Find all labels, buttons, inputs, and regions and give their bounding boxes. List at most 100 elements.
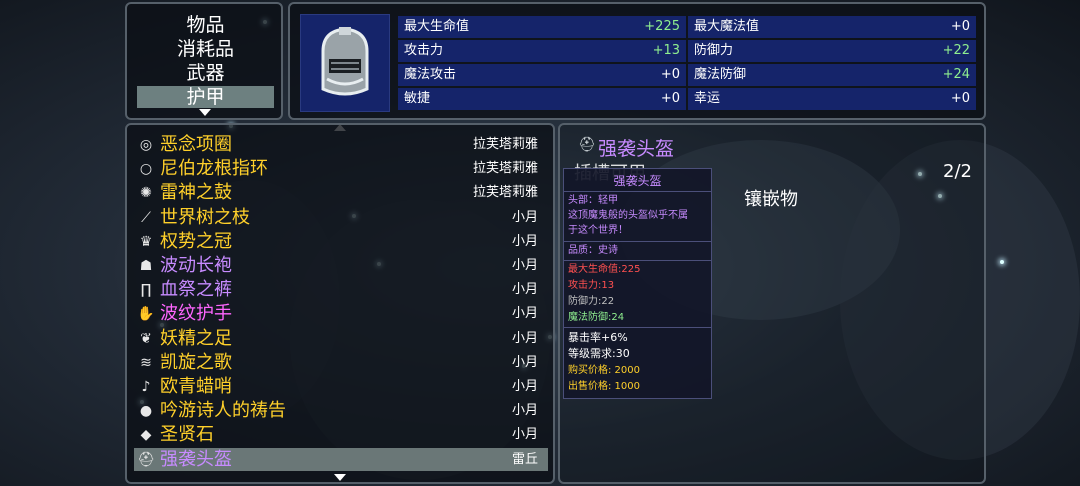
item-owner: 小月 — [511, 282, 538, 298]
stat-label: 最大魔法值 — [694, 19, 760, 34]
item-owner: 小月 — [511, 403, 538, 419]
ring-icon: ○ — [139, 161, 153, 178]
stat-magic-attack: 魔法攻击 +0 — [398, 64, 686, 86]
item-name: 吟游诗人的祷告 — [160, 400, 286, 422]
item-name: 妖精之足 — [160, 327, 232, 349]
tooltip-divider — [564, 260, 711, 261]
helmet-icon: ⛑ — [578, 137, 596, 153]
stat-attack: 攻击力 +13 — [398, 40, 686, 62]
tooltip-level: 等级需求:30 — [568, 347, 630, 360]
stat-value: +0 — [950, 91, 970, 106]
item-owner: 小月 — [511, 258, 538, 273]
boots-icon: ❦ — [140, 330, 152, 347]
drum-icon: ✺ — [140, 185, 152, 202]
stat-max-mp: 最大魔法值 +0 — [688, 16, 976, 38]
tooltip-title: 强袭头盔 — [564, 169, 711, 192]
item-name: 尼伯龙根指环 — [160, 158, 268, 180]
tooltip-stat-hp: 最大生命值:225 — [568, 264, 641, 275]
item-name: 世界树之枝 — [160, 206, 250, 228]
item-owner: 小月 — [511, 379, 538, 394]
socket-count: 2/2 — [943, 161, 972, 182]
crown-icon: ♛ — [139, 233, 153, 250]
item-owner: 拉芙塔莉雅 — [472, 137, 538, 152]
tooltip-buy-price: 购买价格: 2000 — [568, 365, 640, 376]
tooltip-description: 这顶魔鬼般的头盔似乎不属 — [568, 210, 688, 221]
tooltip-slot: 头部：轻甲 — [568, 195, 618, 206]
category-weapons[interactable]: 武器 — [137, 62, 274, 84]
item-row[interactable]: ♛ 权势之冠 小月 — [134, 230, 548, 253]
item-row[interactable]: ❦ 妖精之足 小月 — [134, 327, 548, 350]
category-items[interactable]: 物品 — [137, 14, 274, 36]
robe-icon: ☗ — [139, 258, 153, 274]
tooltip-stat-attack: 攻击力:13 — [568, 280, 615, 291]
tooltip-crit: 暴击率+6% — [568, 331, 628, 344]
item-owner: 小月 — [511, 209, 538, 225]
stat-label: 敏捷 — [404, 91, 431, 106]
item-row[interactable]: ⟋ 世界树之枝 小月 — [134, 206, 548, 229]
item-row[interactable]: ◎ 恶念项圈 拉芙塔莉雅 — [134, 133, 548, 156]
stat-label: 魔法攻击 — [404, 67, 457, 82]
inlay-label: 镶嵌物 — [744, 189, 798, 210]
scroll-icon: ≋ — [140, 354, 152, 371]
detail-item-name: 强袭头盔 — [598, 138, 675, 160]
selected-item-icon-frame — [300, 14, 390, 112]
item-owner: 小月 — [511, 427, 538, 443]
stat-defense: 防御力 +22 — [688, 40, 976, 62]
stat-agility: 敏捷 +0 — [398, 88, 686, 110]
stat-value: +0 — [950, 19, 970, 34]
helmet-icon: ⛑ — [137, 451, 155, 468]
stat-magic-defense: 魔法防御 +24 — [688, 64, 976, 86]
item-owner: 拉芙塔莉雅 — [472, 185, 538, 201]
tooltip-stat-defense: 防御力:22 — [568, 296, 615, 307]
stat-max-hp: 最大生命值 +225 — [398, 16, 686, 38]
item-name: 强袭头盔 — [160, 448, 232, 470]
item-owner: 小月 — [511, 330, 538, 346]
item-owner: 小月 — [511, 233, 538, 249]
item-name: 圣贤石 — [160, 424, 214, 446]
tooltip-divider — [564, 327, 711, 328]
stat-value: +0 — [660, 67, 680, 82]
branch-icon: ⟋ — [141, 209, 151, 226]
item-row[interactable]: ◆ 圣贤石 小月 — [134, 423, 548, 446]
item-name: 雷神之鼓 — [160, 182, 232, 204]
category-armor[interactable]: 护甲 — [137, 86, 274, 108]
item-row[interactable]: ∏ 血祭之裤 小月 — [134, 278, 548, 301]
sparkle — [1000, 260, 1004, 264]
item-tooltip: 强袭头盔 头部：轻甲 这顶魔鬼般的头盔似乎不属 于这个世界！ 品质：史诗 最大生… — [563, 168, 712, 399]
equipment-stats-panel: 最大生命值 +225 最大魔法值 +0 攻击力 +13 防御力 +22 魔法攻击… — [288, 2, 986, 120]
item-name: 恶念项圈 — [160, 134, 232, 155]
stat-value: +24 — [942, 67, 970, 82]
item-owner: 小月 — [511, 306, 538, 322]
stat-luck: 幸运 +0 — [688, 88, 976, 110]
stat-value: +0 — [660, 91, 680, 106]
tooltip-divider — [564, 241, 711, 242]
item-name: 欧青蜡哨 — [160, 376, 232, 397]
category-consumables[interactable]: 消耗品 — [137, 38, 274, 60]
stat-value: +13 — [652, 43, 680, 58]
whistle-icon: ♪ — [141, 379, 151, 395]
orb-icon: ● — [139, 403, 153, 420]
item-row[interactable]: ⛑ 强袭头盔 雷丘 — [134, 447, 548, 471]
item-row[interactable]: ♪ 欧青蜡哨 小月 — [134, 375, 548, 398]
category-menu: 物品 消耗品 武器 护甲 — [125, 2, 283, 120]
item-row[interactable]: ✺ 雷神之鼓 拉芙塔莉雅 — [134, 181, 548, 204]
stat-label: 魔法防御 — [694, 67, 747, 82]
tooltip-description: 于这个世界！ — [568, 225, 628, 236]
item-row[interactable]: ✋ 波纹护手 小月 — [134, 302, 548, 325]
item-name: 波动长袍 — [160, 255, 232, 276]
scroll-down-arrow-icon[interactable] — [199, 109, 211, 116]
tooltip-quality: 品质：史诗 — [568, 245, 618, 256]
item-row[interactable]: ● 吟游诗人的祷告 小月 — [134, 399, 548, 422]
item-row[interactable]: ≋ 凯旋之歌 小月 — [134, 351, 548, 374]
collar-icon: ◎ — [139, 137, 153, 153]
stat-label: 幸运 — [694, 91, 721, 106]
item-name: 血祭之裤 — [160, 279, 232, 301]
stat-label: 防御力 — [694, 43, 734, 58]
tooltip-sell-price: 出售价格: 1000 — [568, 381, 640, 392]
item-row[interactable]: ☗ 波动长袍 小月 — [134, 254, 548, 277]
stat-label: 攻击力 — [404, 43, 444, 58]
item-row[interactable]: ○ 尼伯龙根指环 拉芙塔莉雅 — [134, 157, 548, 180]
item-owner: 雷丘 — [511, 451, 538, 467]
list-scroll-down-icon[interactable] — [334, 474, 346, 481]
stone-icon: ◆ — [140, 427, 152, 444]
